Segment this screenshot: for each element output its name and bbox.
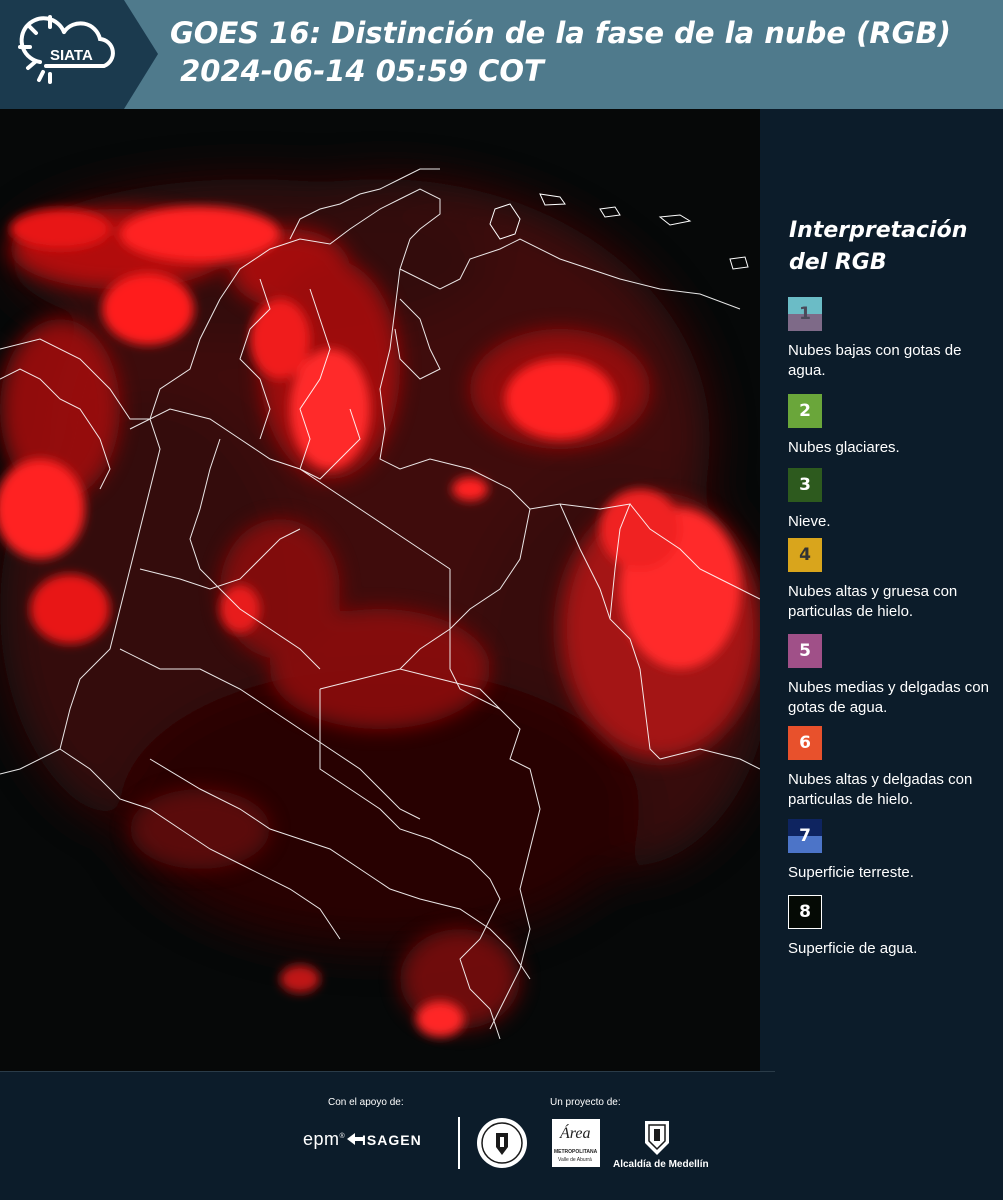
legend-label-5: Nubes medias y delgadas con gotas de agu…	[788, 679, 989, 716]
legend-swatch-8: 8	[788, 895, 822, 929]
alcaldia-shield-icon	[645, 1121, 669, 1155]
footer: Con el apoyo de: Un proyecto de: epm® IS…	[0, 1071, 1003, 1200]
legend-label-2: Nubes glaciares.	[788, 439, 900, 456]
svg-text:SIATA: SIATA	[50, 47, 93, 64]
legend-swatch-4: 4	[788, 538, 822, 572]
legend-item-2: 2 Nubes glaciares.	[788, 394, 1003, 458]
legend-number-6: 6	[799, 733, 811, 753]
title-line-1: GOES 16: Distinción de la fase de la nub…	[170, 16, 951, 50]
university-seal-icon	[477, 1118, 527, 1168]
legend-label-6: Nubes altas y delgadas con particulas de…	[788, 771, 973, 808]
valle-logo-text: Valle de Aburrá	[558, 1157, 592, 1163]
alcaldia-logo-text: Alcaldía de Medellín	[613, 1159, 709, 1170]
area-logo-text: Área	[560, 1125, 591, 1142]
legend-number-1: 1	[799, 304, 811, 324]
legend-number-5: 5	[799, 641, 811, 661]
legend-number-8: 8	[799, 902, 811, 922]
legend-number-7: 7	[799, 826, 811, 846]
area-metropolitana-logo: Área METROPOLITANA Valle de Aburrá	[552, 1119, 600, 1167]
legend-swatch-2: 2	[788, 394, 822, 428]
legend-title: Interpretación del RGB	[789, 218, 968, 275]
header-bar: SIATA GOES 16: Distinción de la fase de …	[0, 0, 1003, 109]
legend-label-1: Nubes bajas con gotas de agua.	[788, 342, 962, 379]
legend-number-2: 2	[799, 401, 811, 421]
isagen-logo: ISAGEN	[362, 1132, 422, 1148]
title-line-2: 2024-06-14 05:59 COT	[170, 54, 544, 88]
support-label: Con el apoyo de:	[328, 1097, 404, 1108]
legend-swatch-1: 1	[788, 297, 822, 331]
legend-item-3: 3 Nieve.	[788, 468, 1003, 532]
legend-item-6: 6 Nubes altas y delgadas con particulas …	[788, 726, 1003, 810]
legend-label-8: Superficie de agua.	[788, 940, 918, 957]
footer-vertical-divider	[458, 1117, 460, 1169]
epm-logo: epm®	[303, 1129, 346, 1149]
legend-swatch-6: 6	[788, 726, 822, 760]
legend-swatch-3: 3	[788, 468, 822, 502]
satellite-map	[0, 109, 760, 1071]
legend-number-3: 3	[799, 475, 811, 495]
legend-item-5: 5 Nubes medias y delgadas con gotas de a…	[788, 634, 1003, 718]
legend-number-4: 4	[799, 545, 811, 565]
legend-item-8: 8 Superficie de agua.	[788, 895, 1003, 959]
legend-item-7: 7 Superficie terreste.	[788, 819, 1003, 883]
legend-panel: Interpretación del RGB 1 Nubes bajas con…	[760, 109, 1003, 1071]
rgb-map-image	[0, 109, 760, 1071]
legend-swatch-7: 7	[788, 819, 822, 853]
page-title: GOES 16: Distinción de la fase de la nub…	[170, 14, 951, 90]
metropolitana-logo-text: METROPOLITANA	[554, 1149, 598, 1155]
legend-swatch-5: 5	[788, 634, 822, 668]
legend-item-1: 1 Nubes bajas con gotas de agua.	[788, 297, 1003, 381]
legend-label-4: Nubes altas y gruesa con particulas de h…	[788, 583, 958, 620]
siata-logo: SIATA	[0, 0, 160, 109]
project-label: Un proyecto de:	[550, 1097, 621, 1108]
footer-divider	[0, 1071, 775, 1072]
legend-label-7: Superficie terreste.	[788, 864, 914, 881]
epm-logo-text: epm	[303, 1129, 340, 1149]
legend-label-3: Nieve.	[788, 513, 831, 530]
legend-item-4: 4 Nubes altas y gruesa con particulas de…	[788, 538, 1003, 622]
